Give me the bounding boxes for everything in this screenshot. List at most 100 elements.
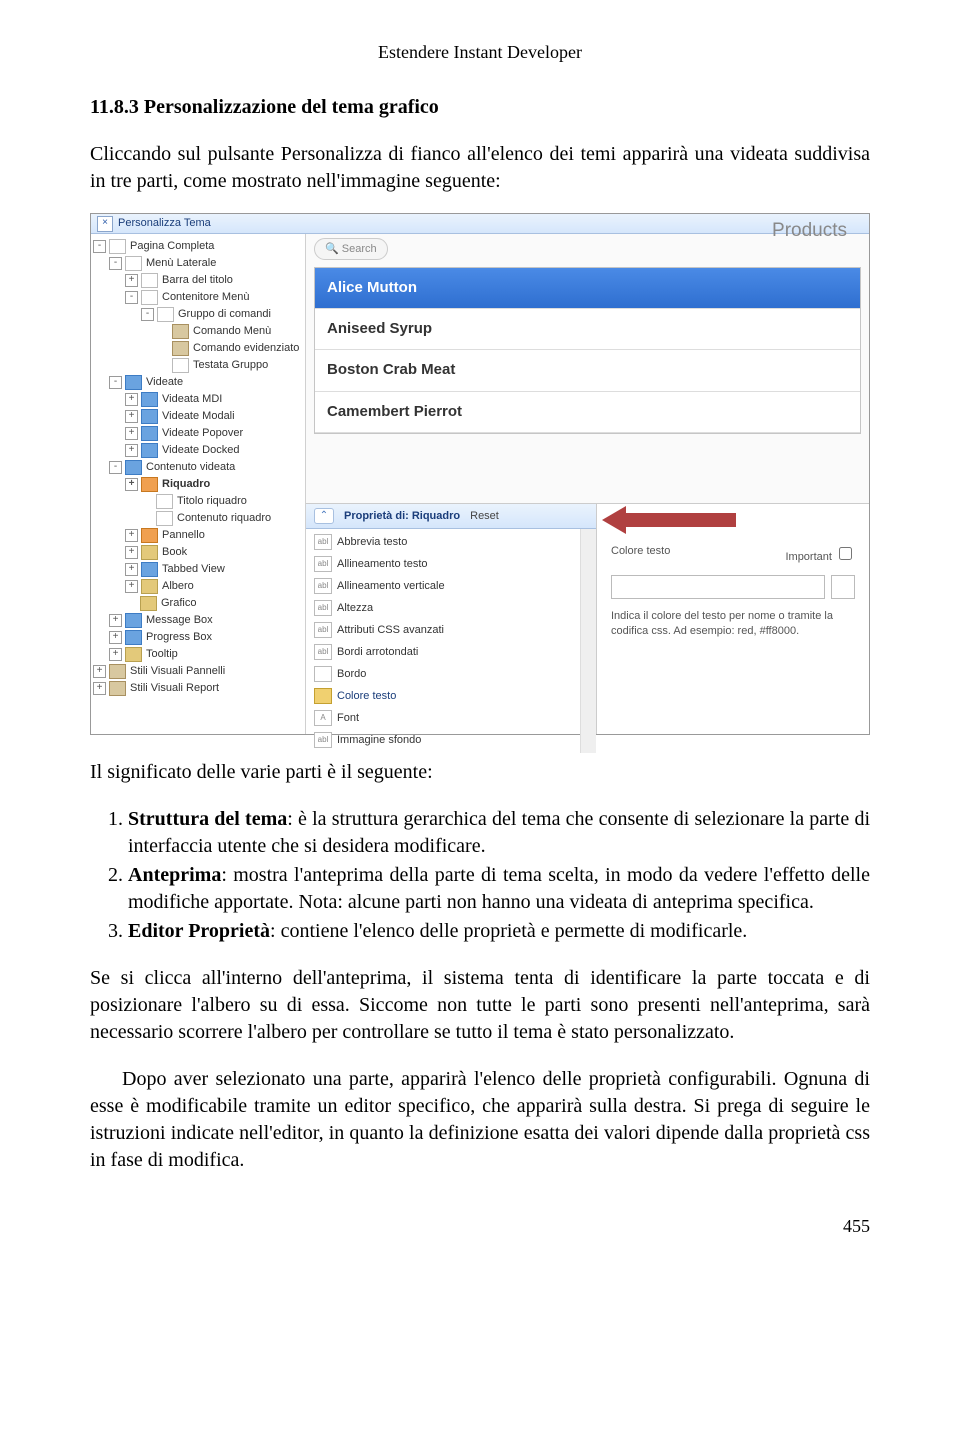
expand-toggle-icon[interactable]: - — [109, 257, 122, 270]
properties-list[interactable]: ablAbbrevia testoablAllineamento testoab… — [306, 529, 580, 753]
tree-node[interactable]: +Barra del titolo — [125, 272, 303, 289]
expand-toggle-icon[interactable]: + — [93, 665, 106, 678]
preview-pane[interactable]: 🔍 Search Products Alice MuttonAniseed Sy… — [306, 234, 869, 504]
expand-toggle-icon[interactable]: + — [125, 580, 138, 593]
callout-arrow-icon — [602, 506, 736, 534]
tree-node[interactable]: + Message Box — [109, 612, 303, 629]
expand-toggle-icon[interactable]: + — [125, 444, 138, 457]
tree-node[interactable]: +Videate Modali — [125, 408, 303, 425]
tree-node[interactable]: + Stili Visuali Report — [93, 680, 303, 697]
tree-node[interactable]: +Videate Docked — [125, 442, 303, 459]
property-icon: abl — [314, 556, 332, 572]
property-label: Bordi arrotondati — [337, 645, 418, 660]
node-label: Contenuto videata — [146, 460, 235, 475]
theme-tree[interactable]: -Pagina Completa-Menù Laterale+Barra del… — [91, 234, 306, 734]
tree-node[interactable]: Comando Menù — [157, 323, 303, 340]
node-icon — [125, 256, 142, 271]
property-row[interactable]: Colore testo — [312, 685, 568, 707]
expand-toggle-icon[interactable]: - — [109, 461, 122, 474]
tree-node[interactable]: Titolo riquadro — [141, 493, 303, 510]
node-label: Contenuto riquadro — [177, 511, 271, 526]
node-icon — [141, 562, 158, 577]
property-row[interactable]: ablAllineamento verticale — [312, 575, 568, 597]
property-row[interactable]: ablImmagine sfondo — [312, 729, 568, 751]
property-icon: abl — [314, 578, 332, 594]
property-row[interactable]: Bordo — [312, 663, 568, 685]
expand-toggle-icon[interactable]: + — [125, 393, 138, 406]
expand-toggle-icon[interactable]: + — [125, 410, 138, 423]
tree-node[interactable]: +Tooltip — [109, 646, 303, 663]
search-input[interactable]: 🔍 Search — [314, 238, 388, 260]
property-label: Allineamento testo — [337, 557, 428, 572]
detail-hint: Indica il colore del testo per nome o tr… — [611, 609, 855, 639]
node-icon — [141, 528, 158, 543]
tree-node[interactable]: +Videata MDI — [125, 391, 303, 408]
node-label: Tabbed View — [162, 562, 225, 577]
tree-node[interactable]: Contenuto riquadro — [141, 510, 303, 527]
tree-node[interactable]: +Pannello — [125, 527, 303, 544]
tree-node[interactable]: - Contenuto videata — [109, 459, 303, 476]
scrollbar[interactable] — [580, 529, 596, 753]
expand-toggle-icon[interactable]: + — [125, 563, 138, 576]
property-row[interactable]: ablAbbrevia testo — [312, 531, 568, 553]
tree-node[interactable]: +Videate Popover — [125, 425, 303, 442]
important-checkbox[interactable] — [839, 547, 852, 560]
expand-toggle-icon[interactable]: - — [93, 240, 106, 253]
expand-toggle-icon[interactable]: + — [125, 478, 138, 491]
expand-toggle-icon[interactable]: - — [141, 308, 154, 321]
property-row[interactable]: abl Bordi arrotondati — [312, 641, 568, 663]
product-row[interactable]: Camembert Pierrot — [315, 392, 860, 433]
product-row[interactable]: Boston Crab Meat — [315, 350, 860, 391]
property-icon: abl — [314, 534, 332, 550]
property-row[interactable]: abl Allineamento testo — [312, 553, 568, 575]
property-row[interactable]: ablAttributi CSS avanzati — [312, 619, 568, 641]
color-input[interactable] — [611, 575, 825, 599]
tree-node[interactable]: Testata Gruppo — [157, 357, 303, 374]
expand-toggle-icon[interactable]: + — [125, 427, 138, 440]
expand-toggle-icon[interactable]: + — [125, 274, 138, 287]
property-row[interactable]: AFont — [312, 707, 568, 729]
node-icon — [141, 443, 158, 458]
tree-node[interactable]: Grafico — [125, 595, 303, 612]
tree-node[interactable]: -Gruppo di comandi — [141, 306, 303, 323]
tree-node[interactable]: -Pagina Completa — [93, 238, 303, 255]
property-icon: abl — [314, 644, 332, 660]
tree-node[interactable]: +Riquadro — [125, 476, 303, 493]
node-icon — [109, 239, 126, 254]
list-item: Editor Proprietà: contiene l'elenco dell… — [128, 918, 870, 945]
expand-toggle-icon[interactable]: + — [109, 631, 122, 644]
collapse-icon[interactable]: ⌃ — [314, 508, 334, 524]
tree-node[interactable]: +Stili Visuali Pannelli — [93, 663, 303, 680]
node-icon — [125, 630, 142, 645]
product-row[interactable]: Aniseed Syrup — [315, 309, 860, 350]
node-label: Stili Visuali Report — [130, 681, 219, 696]
section-heading: 11.8.3 Personalizzazione del tema grafic… — [90, 94, 870, 121]
tree-node[interactable]: -Videate — [109, 374, 303, 391]
color-swatch[interactable] — [831, 575, 855, 599]
products-heading: Products — [772, 218, 847, 244]
close-icon[interactable]: × — [97, 216, 113, 232]
expand-toggle-icon[interactable]: - — [125, 291, 138, 304]
expand-toggle-icon[interactable]: + — [109, 648, 122, 661]
tree-node[interactable]: Comando evidenziato — [157, 340, 303, 357]
expand-toggle-icon[interactable]: - — [109, 376, 122, 389]
property-row[interactable]: ablAltezza — [312, 597, 568, 619]
property-icon — [314, 688, 332, 704]
tree-node[interactable]: +Albero — [125, 578, 303, 595]
node-icon — [141, 426, 158, 441]
expand-toggle-icon[interactable]: + — [109, 614, 122, 627]
paragraph-1: Se si clicca all'interno dell'anteprima,… — [90, 965, 870, 1046]
node-label: Message Box — [146, 613, 213, 628]
reset-button[interactable]: Reset — [470, 509, 499, 524]
product-row[interactable]: Alice Mutton — [315, 268, 860, 309]
tree-node[interactable]: + Tabbed View — [125, 561, 303, 578]
tree-node[interactable]: +Book — [125, 544, 303, 561]
tree-node[interactable]: -Contenitore Menù — [125, 289, 303, 306]
property-label: Bordo — [337, 667, 366, 682]
node-label: Menù Laterale — [146, 256, 216, 271]
tree-node[interactable]: - Menù Laterale — [109, 255, 303, 272]
expand-toggle-icon[interactable]: + — [125, 546, 138, 559]
tree-node[interactable]: +Progress Box — [109, 629, 303, 646]
expand-toggle-icon[interactable]: + — [93, 682, 106, 695]
expand-toggle-icon[interactable]: + — [125, 529, 138, 542]
